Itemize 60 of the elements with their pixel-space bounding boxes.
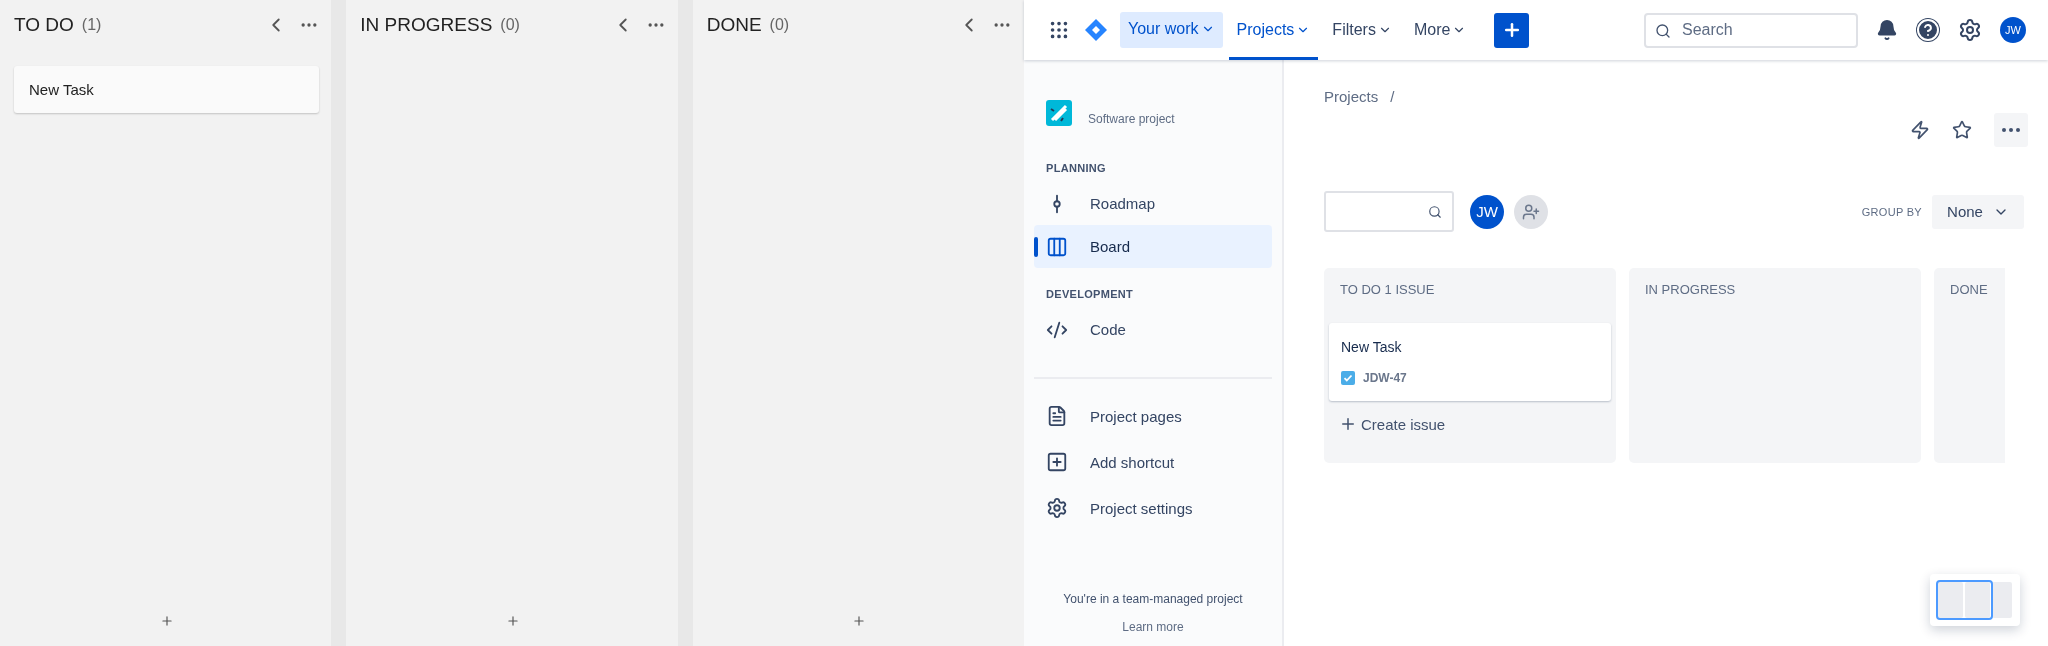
board-search-field[interactable] [1324,191,1454,232]
column-count: (1) [81,16,102,34]
create-button[interactable] [1494,12,1530,48]
search-icon [1428,204,1442,219]
nav-menu-item[interactable]: More [1405,0,1475,60]
column-count: (0) [500,16,520,34]
footer-text: You're in a team-managed project [1063,592,1243,606]
page-icon [1046,405,1068,427]
issue-title: New Task [1341,339,1403,355]
sidebar-link[interactable]: Project settings [1034,485,1272,531]
project-avatar-icon[interactable] [1046,100,1072,126]
column-title: IN PROGRESS [1644,282,1737,297]
column-title: IN PROGRESS [360,14,493,36]
lightning-icon[interactable] [1910,120,1930,140]
sidebar-item[interactable]: Roadmap [1034,182,1272,225]
add-icon[interactable] [506,614,520,628]
sidebar-item[interactable]: Board [1034,225,1272,268]
user-avatar[interactable]: JW [1470,194,1504,229]
issue-card[interactable]: New Task JDW-47 [1329,323,1611,401]
column-title: DONE [706,14,762,36]
breadcrumb-link[interactable]: Projects [1324,88,1379,105]
settings-icon[interactable] [1958,18,1982,42]
sidebar-link[interactable]: Project pages [1034,393,1272,439]
group-by-dropdown[interactable]: None [1932,194,2024,229]
sidebar-item[interactable]: Code [1034,308,1272,351]
board-icon [1046,235,1068,258]
learn-more-link[interactable]: Learn more [1122,620,1184,634]
help-icon[interactable] [1916,18,1940,42]
add-icon[interactable] [852,614,867,628]
column-count: (0) [769,16,790,34]
settings-icon [1046,497,1068,519]
notifications-icon[interactable] [1876,19,1898,41]
search-field[interactable]: Search [1644,12,1858,48]
column-title: DONE [1949,282,1989,297]
more-button[interactable] [1994,113,2028,147]
group-by-label: GROUP BY [1861,205,1922,218]
task-card[interactable]: New Task [14,66,320,113]
issue-key: JDW-47 [1363,371,1407,385]
sidebar-link[interactable]: Add shortcut [1034,439,1272,485]
star-icon[interactable] [1952,120,1972,140]
section-heading: DEVELOPMENT [1045,287,1135,302]
column-title: TO DO [14,14,74,36]
user-avatar[interactable]: JW [2000,17,2026,43]
add-shortcut-icon [1046,451,1068,473]
project-type: Software project [1088,112,1175,126]
section-heading: PLANNING [1045,161,1107,176]
user-plus-icon [1522,202,1540,221]
task-checkbox-icon [1341,371,1355,385]
ellipsis-icon [2002,128,2020,132]
plus-icon [1339,415,1357,433]
logo-diamond-icon[interactable] [1084,18,1108,42]
breadcrumb-separator: / [1390,88,1395,105]
add-people-button[interactable] [1514,194,1548,229]
column-title: TO DO 1 ISSUE [1339,282,1436,297]
add-icon[interactable] [159,614,174,628]
nav-menu-item[interactable]: Filters [1324,0,1400,60]
nav-menu-item[interactable]: Your work [1120,12,1223,48]
apps-grid-icon[interactable] [1048,19,1070,41]
layout-switcher-widget[interactable] [1930,574,2020,626]
create-issue-button[interactable]: Create issue [1329,401,1456,447]
